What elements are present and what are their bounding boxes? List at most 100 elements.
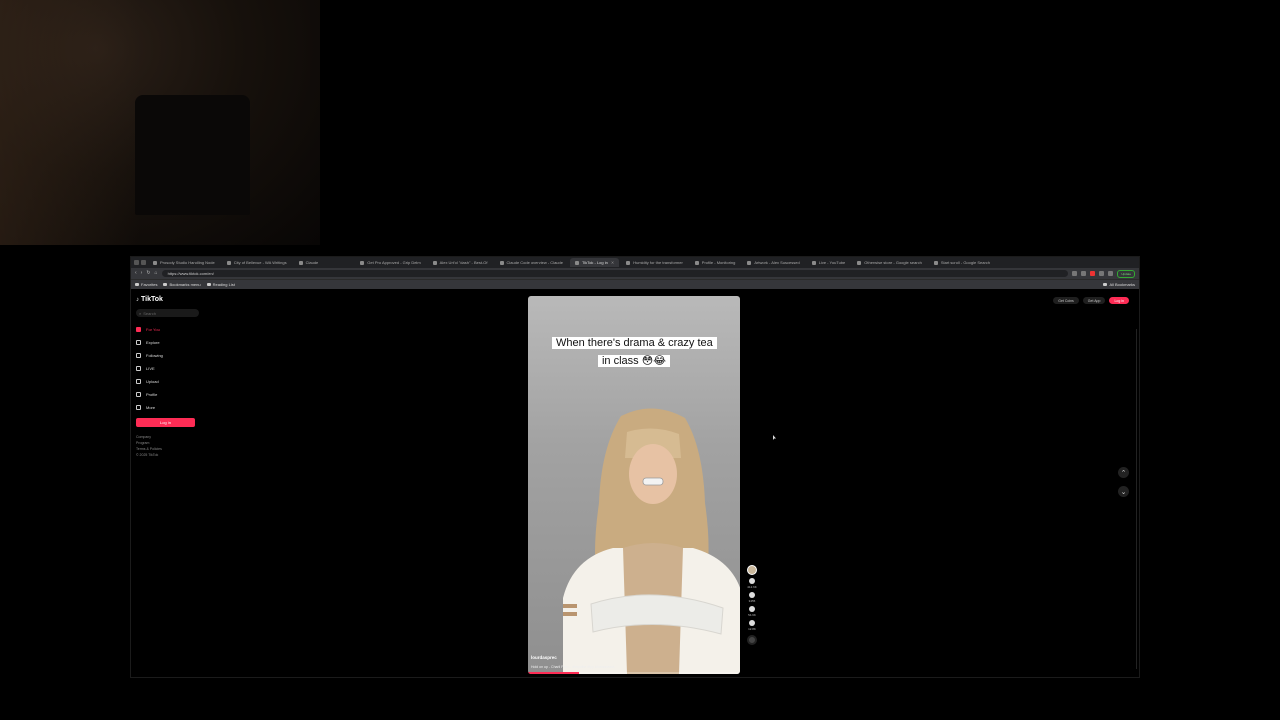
- sidebar: ♪ TikTok ⌕ Search For You Explore Follow…: [136, 296, 206, 458]
- folder-icon: [135, 283, 139, 286]
- tab-favicon-icon: [226, 260, 231, 265]
- sidebar-item-explore[interactable]: Explore: [136, 336, 206, 349]
- webcam-wall: [0, 0, 140, 245]
- login-button[interactable]: Log in: [136, 418, 195, 427]
- video-nav-arrows: ⌃ ⌄: [1118, 467, 1129, 497]
- chevron-down-icon: ⌄: [1120, 488, 1127, 496]
- video-actions: 412.6K 3455 54.6K 12.8K: [746, 565, 758, 645]
- profile-icon[interactable]: [1108, 271, 1114, 276]
- tab-label: Alex Urt'ol "dash" - Best-Of: [439, 260, 488, 265]
- header-login-button[interactable]: Log in: [1109, 297, 1129, 304]
- comment-icon: [749, 592, 755, 598]
- search-input[interactable]: ⌕ Search: [136, 309, 199, 317]
- sidebar-item-more[interactable]: More: [136, 401, 206, 414]
- extension-icon[interactable]: [1081, 271, 1087, 276]
- bookmark-item[interactable]: Bookmarks menu: [163, 282, 201, 287]
- video-description: Hold on up - Charli Ferri... #heyvibe #f…: [531, 665, 615, 669]
- tab-label: Profile - Monitoring: [701, 260, 736, 265]
- bookmark-label: Reading List: [212, 282, 235, 287]
- sidebar-item-label: LIVE: [146, 366, 155, 371]
- nav-list: For You Explore Following LIVE Upload Pr…: [136, 323, 206, 414]
- back-icon[interactable]: ‹: [135, 271, 137, 276]
- tab-bar: Prosody Studio Handling Node City of Bel…: [131, 257, 1139, 268]
- sidebar-item-for-you[interactable]: For You: [136, 323, 206, 336]
- webcam-overlay: [0, 0, 320, 245]
- tab[interactable]: Get Pro Approved - Grip Delm: [355, 258, 425, 267]
- save-button[interactable]: 54.6K: [748, 606, 756, 617]
- folder-icon: [163, 283, 168, 286]
- logo-text: TikTok: [141, 296, 163, 303]
- video-caption: When there's drama & crazy tea in class …: [552, 333, 717, 369]
- sidebar-toggle-icon[interactable]: [134, 260, 139, 265]
- folder-icon: [206, 283, 211, 286]
- sidebar-item-live[interactable]: LIVE: [136, 362, 206, 375]
- sidebar-item-label: Following: [146, 353, 163, 358]
- sidebar-item-following[interactable]: Following: [136, 349, 206, 362]
- tab-favicon-icon: [298, 260, 303, 265]
- tab-label: Claude: [305, 260, 319, 265]
- extension-icon[interactable]: [1072, 271, 1078, 276]
- tab[interactable]: Start scroll - Google Search: [929, 258, 995, 267]
- tab[interactable]: Claude: [294, 258, 324, 267]
- video-person: [563, 408, 740, 674]
- get-app-button[interactable]: Get App: [1082, 297, 1106, 304]
- close-icon[interactable]: ✕: [611, 260, 614, 265]
- update-button[interactable]: Update: [1117, 269, 1135, 278]
- video-username[interactable]: lourdasprec: [531, 655, 557, 660]
- video-progress-bar[interactable]: [528, 672, 740, 674]
- next-video-button[interactable]: ⌄: [1118, 486, 1129, 497]
- music-disc-icon[interactable]: [747, 635, 757, 645]
- url-input[interactable]: https://www.tiktok.com/en/: [161, 270, 1069, 277]
- save-count: 54.6K: [748, 613, 756, 617]
- person-icon: [136, 392, 141, 397]
- heart-icon: [748, 578, 755, 584]
- sidebar-item-profile[interactable]: Profile: [136, 388, 206, 401]
- tab-label: Otherwise store - Google search: [864, 260, 922, 265]
- tab-favicon-icon: [626, 260, 631, 265]
- tab-label: Humidity for the transformer: [633, 260, 683, 265]
- bookmark-item[interactable]: Reading List: [206, 282, 235, 287]
- forward-icon[interactable]: ›: [141, 271, 143, 276]
- tab-label: Prosody Studio Handling Node: [160, 260, 215, 265]
- tab[interactable]: Alex Urt'ol "dash" - Best-Of: [428, 258, 493, 267]
- tiktok-logo[interactable]: ♪ TikTok: [136, 296, 206, 303]
- creator-avatar[interactable]: [747, 565, 757, 575]
- chevron-up-icon: ⌃: [1120, 469, 1127, 477]
- tab[interactable]: Prosody Studio Handling Node: [148, 258, 220, 267]
- previous-video-button[interactable]: ⌃: [1118, 467, 1129, 478]
- tab[interactable]: Profile - Monitoring: [690, 258, 741, 267]
- tab[interactable]: City of Bellevue - WA Writings: [222, 258, 292, 267]
- extension-icon[interactable]: [1090, 271, 1096, 276]
- sidebar-item-label: More: [146, 405, 156, 410]
- home-icon: [136, 327, 141, 332]
- page-scrollbar[interactable]: [1136, 329, 1137, 669]
- reload-icon[interactable]: ↻: [146, 271, 150, 276]
- share-button[interactable]: 12.8K: [748, 620, 756, 631]
- tab[interactable]: Otherwise store - Google search: [852, 258, 927, 267]
- tab-label: Live - YouTube: [818, 260, 846, 265]
- tab[interactable]: Live - YouTube: [807, 258, 851, 267]
- get-coins-button[interactable]: Get Coins: [1053, 297, 1079, 304]
- tab-group-icon[interactable]: [141, 260, 146, 265]
- video-player[interactable]: When there's drama & crazy tea in class …: [528, 296, 740, 674]
- tab-active[interactable]: TikTok - Log in ✕: [569, 258, 620, 267]
- tab-favicon-icon: [811, 260, 816, 265]
- extension-icon[interactable]: [1099, 271, 1105, 276]
- bookmark-item[interactable]: Favorites: [135, 282, 157, 287]
- home-icon[interactable]: ⌂: [155, 271, 158, 276]
- tab[interactable]: Claude Code overview - Claude: [495, 258, 568, 267]
- all-bookmarks-button[interactable]: All Bookmarks: [1103, 282, 1135, 287]
- sidebar-item-upload[interactable]: Upload: [136, 375, 206, 388]
- sidebar-item-label: For You: [146, 327, 160, 332]
- upload-icon: [136, 379, 141, 384]
- like-button[interactable]: 412.6K: [747, 578, 757, 589]
- tab-favicon-icon: [499, 260, 504, 265]
- tab-favicon-icon: [574, 260, 579, 265]
- compass-icon: [136, 340, 141, 345]
- comment-button[interactable]: 3455: [749, 592, 755, 603]
- top-right-actions: Get Coins Get App Log in: [1053, 297, 1129, 304]
- tab[interactable]: Humidity for the transformer: [621, 258, 688, 267]
- tab[interactable]: Artwork - Alex Suscessed: [742, 258, 804, 267]
- address-bar: ‹ › ↻ ⌂ https://www.tiktok.com/en/ Updat…: [131, 268, 1139, 279]
- search-icon: ⌕: [139, 310, 142, 316]
